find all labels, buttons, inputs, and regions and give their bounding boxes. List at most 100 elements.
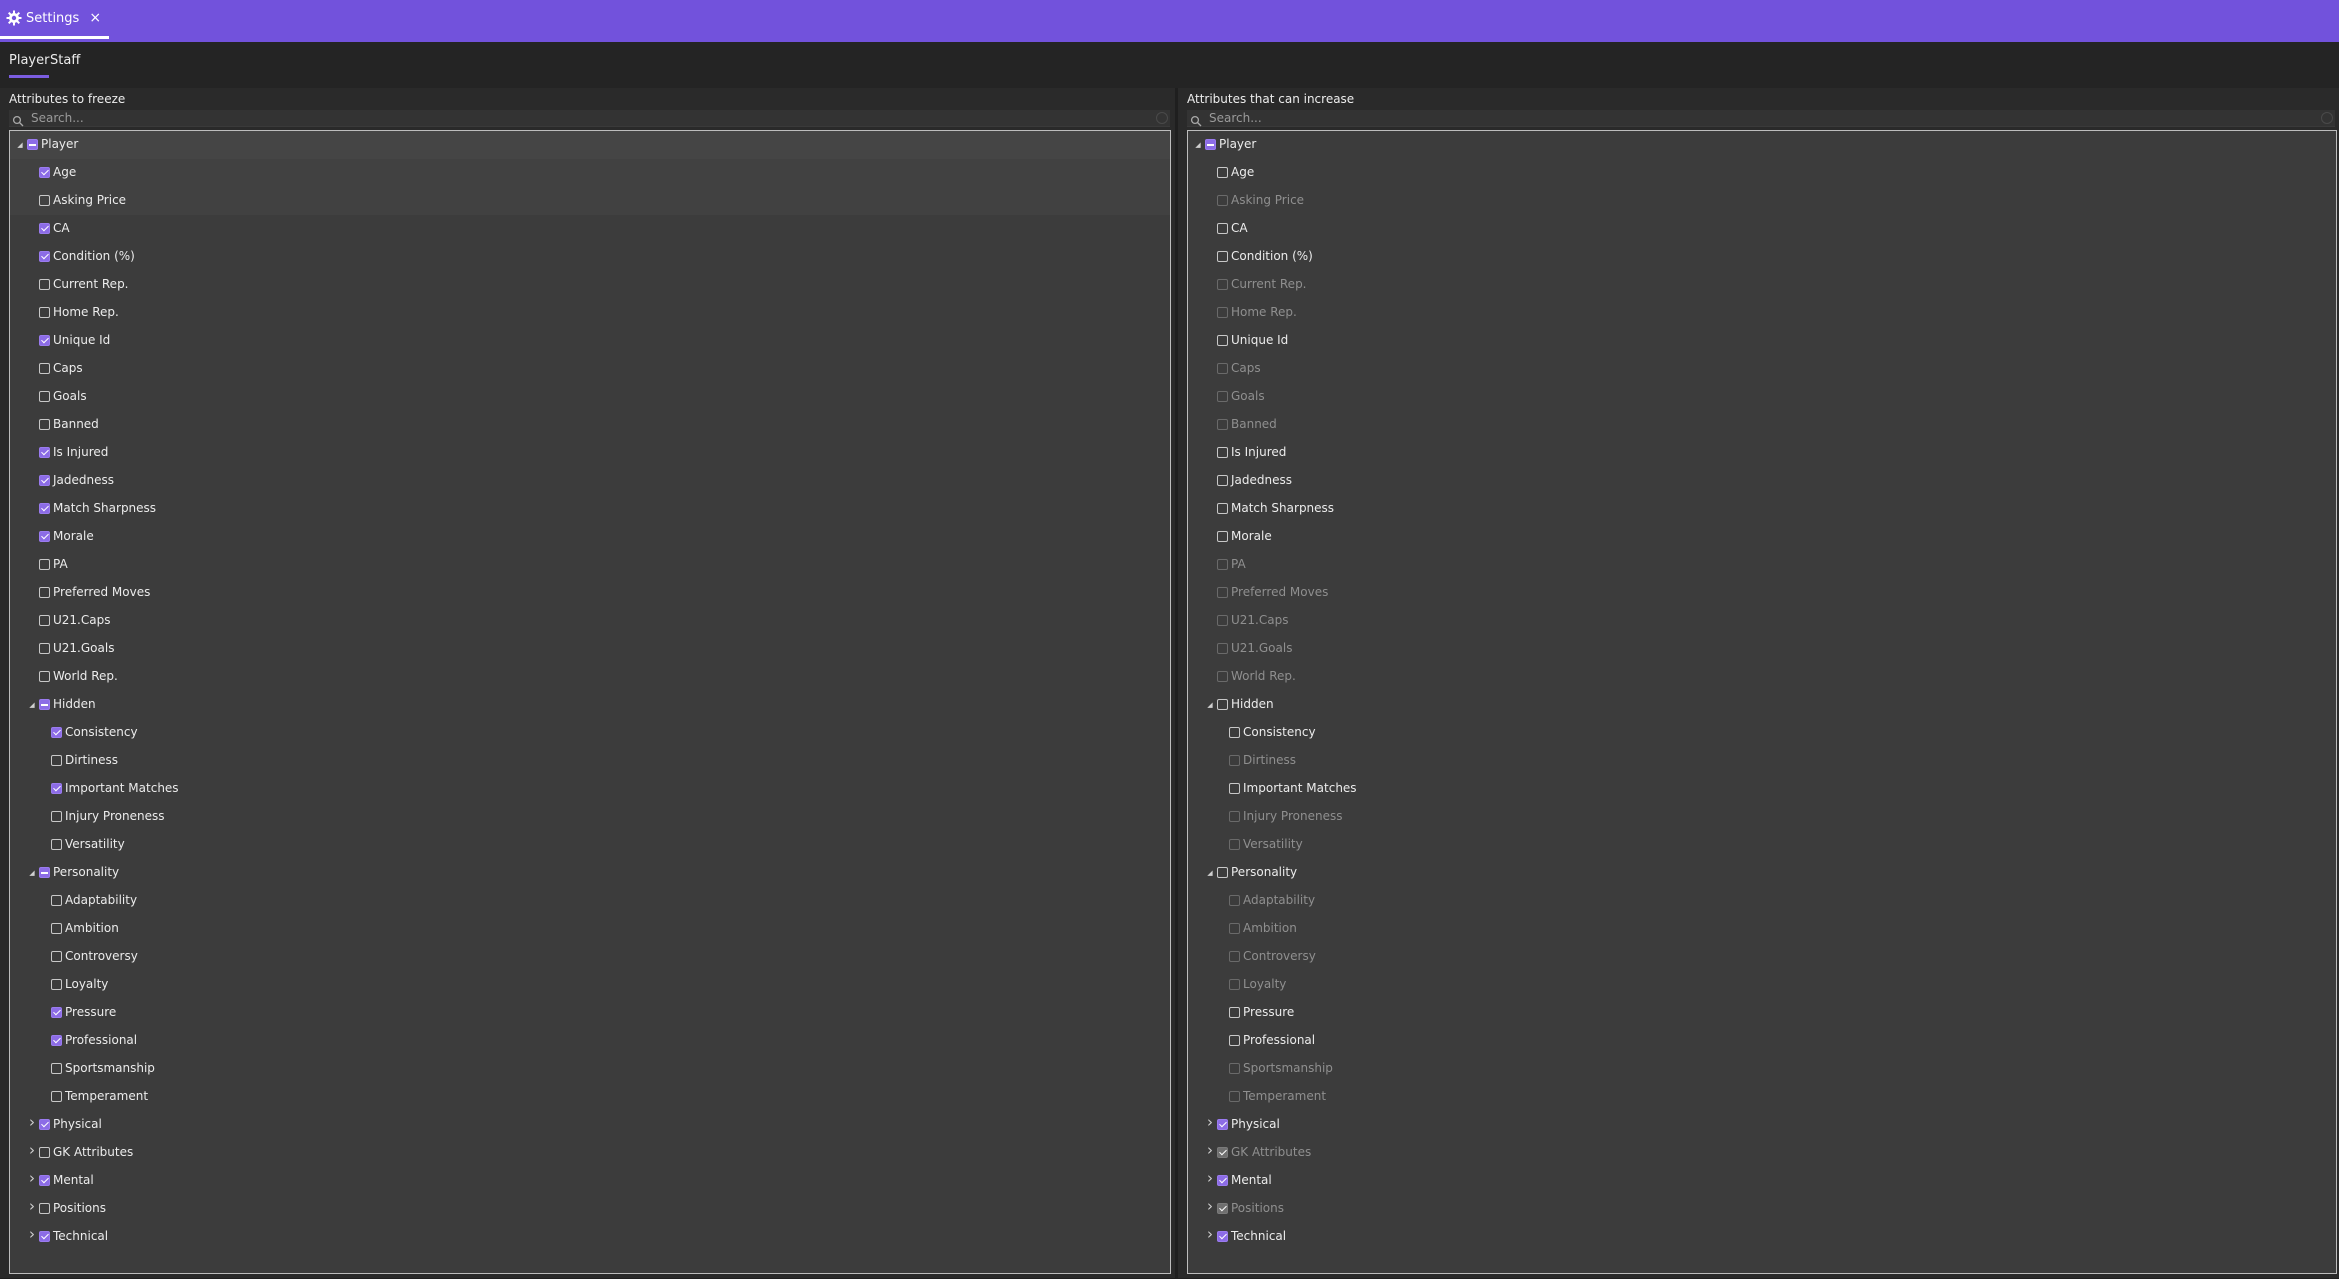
checkbox-professional[interactable]: [1229, 1035, 1240, 1046]
tree-row-ambition[interactable]: Ambition: [10, 915, 1170, 943]
tree-row-pressure[interactable]: Pressure: [10, 999, 1170, 1027]
search-input[interactable]: [31, 110, 1161, 126]
tree-row-sportsmanship[interactable]: Sportsmanship: [10, 1055, 1170, 1083]
checkbox-age[interactable]: [39, 167, 50, 178]
expand-chevron-icon[interactable]: ›: [1205, 1143, 1215, 1158]
checkbox-sportsmanship[interactable]: [51, 1063, 62, 1074]
tree-row-u21-goals[interactable]: U21.Goals: [10, 635, 1170, 663]
tree-row-personality[interactable]: ◢ Personality: [10, 859, 1170, 887]
checkbox-versatility[interactable]: [51, 839, 62, 850]
expand-chevron-icon[interactable]: ›: [1205, 1227, 1215, 1242]
tree-row-preferred-moves[interactable]: Preferred Moves: [1188, 579, 2336, 607]
close-icon[interactable]: ×: [89, 10, 101, 26]
tree-row-important-matches[interactable]: Important Matches: [1188, 775, 2336, 803]
tree-row-jadedness[interactable]: Jadedness: [1188, 467, 2336, 495]
collapse-arrow-icon[interactable]: ◢: [27, 868, 37, 878]
tree-row-adaptability[interactable]: Adaptability: [10, 887, 1170, 915]
checkbox-current-rep[interactable]: [39, 279, 50, 290]
checkbox-mental[interactable]: [39, 1175, 50, 1186]
checkbox-banned[interactable]: [39, 419, 50, 430]
tree-row-match-sharpness[interactable]: Match Sharpness: [1188, 495, 2336, 523]
tree-row-physical[interactable]: › Physical: [10, 1111, 1170, 1139]
tree-row-caps[interactable]: Caps: [1188, 355, 2336, 383]
expand-chevron-icon[interactable]: ›: [27, 1115, 37, 1130]
checkbox-important-matches[interactable]: [1229, 783, 1240, 794]
checkbox-condition[interactable]: [1217, 251, 1228, 262]
tree-row-pa[interactable]: PA: [10, 551, 1170, 579]
checkbox-morale[interactable]: [39, 531, 50, 542]
tree-row-sportsmanship[interactable]: Sportsmanship: [1188, 1055, 2336, 1083]
tree-row-home-rep[interactable]: Home Rep.: [1188, 299, 2336, 327]
checkbox-match-sharpness[interactable]: [39, 503, 50, 514]
tree-row-banned[interactable]: Banned: [1188, 411, 2336, 439]
checkbox-ambition[interactable]: [51, 923, 62, 934]
tree-row-positions[interactable]: › Positions: [1188, 1195, 2336, 1223]
clear-search-icon[interactable]: [1156, 112, 1168, 124]
checkbox-loyalty[interactable]: [51, 979, 62, 990]
tree-row-injury-proneness[interactable]: Injury Proneness: [10, 803, 1170, 831]
checkbox-morale[interactable]: [1217, 531, 1228, 542]
collapse-arrow-icon[interactable]: ◢: [15, 140, 25, 150]
tree-row-controversy[interactable]: Controversy: [10, 943, 1170, 971]
tree-row-current-rep[interactable]: Current Rep.: [10, 271, 1170, 299]
tree-row-asking-price[interactable]: Asking Price: [10, 187, 1170, 215]
checkbox-pa[interactable]: [39, 559, 50, 570]
tree-row-morale[interactable]: Morale: [10, 523, 1170, 551]
tree-row-controversy[interactable]: Controversy: [1188, 943, 2336, 971]
tree-row-gk-attributes[interactable]: › GK Attributes: [10, 1139, 1170, 1167]
tree-row-temperament[interactable]: Temperament: [10, 1083, 1170, 1111]
checkbox-match-sharpness[interactable]: [1217, 503, 1228, 514]
checkbox-pressure[interactable]: [1229, 1007, 1240, 1018]
tree-row-preferred-moves[interactable]: Preferred Moves: [10, 579, 1170, 607]
expand-chevron-icon[interactable]: ›: [27, 1227, 37, 1242]
checkbox-mental[interactable]: [1217, 1175, 1228, 1186]
tree-row-dirtiness[interactable]: Dirtiness: [10, 747, 1170, 775]
tab-player[interactable]: Player: [9, 53, 50, 78]
checkbox-player[interactable]: [1205, 139, 1216, 150]
checkbox-personality[interactable]: [39, 867, 50, 878]
tree-row-banned[interactable]: Banned: [10, 411, 1170, 439]
tree-row-ambition[interactable]: Ambition: [1188, 915, 2336, 943]
checkbox-home-rep[interactable]: [39, 307, 50, 318]
checkbox-pressure[interactable]: [51, 1007, 62, 1018]
tree-row-personality[interactable]: ◢ Personality: [1188, 859, 2336, 887]
tree-row-asking-price[interactable]: Asking Price: [1188, 187, 2336, 215]
checkbox-important-matches[interactable]: [51, 783, 62, 794]
tree-row-age[interactable]: Age: [1188, 159, 2336, 187]
checkbox-physical[interactable]: [1217, 1119, 1228, 1130]
checkbox-technical[interactable]: [1217, 1231, 1228, 1242]
expand-chevron-icon[interactable]: ›: [27, 1143, 37, 1158]
tree-row-gk-attributes[interactable]: › GK Attributes: [1188, 1139, 2336, 1167]
checkbox-jadedness[interactable]: [39, 475, 50, 486]
tree-row-morale[interactable]: Morale: [1188, 523, 2336, 551]
checkbox-consistency[interactable]: [51, 727, 62, 738]
checkbox-is-injured[interactable]: [1217, 447, 1228, 458]
checkbox-hidden[interactable]: [1217, 699, 1228, 710]
tree-row-versatility[interactable]: Versatility: [1188, 831, 2336, 859]
tree-row-hidden[interactable]: ◢ Hidden: [1188, 691, 2336, 719]
checkbox-positions[interactable]: [39, 1203, 50, 1214]
tree-row-pressure[interactable]: Pressure: [1188, 999, 2336, 1027]
checkbox-consistency[interactable]: [1229, 727, 1240, 738]
tree-row-match-sharpness[interactable]: Match Sharpness: [10, 495, 1170, 523]
checkbox-personality[interactable]: [1217, 867, 1228, 878]
tab-staff[interactable]: Staff: [50, 53, 80, 76]
tree-row-is-injured[interactable]: Is Injured: [10, 439, 1170, 467]
tree-row-home-rep[interactable]: Home Rep.: [10, 299, 1170, 327]
tree-row-age[interactable]: Age: [10, 159, 1170, 187]
tree-row-consistency[interactable]: Consistency: [1188, 719, 2336, 747]
tree-row-positions[interactable]: › Positions: [10, 1195, 1170, 1223]
tree-row-professional[interactable]: Professional: [1188, 1027, 2336, 1055]
expand-chevron-icon[interactable]: ›: [27, 1199, 37, 1214]
tree-row-unique-id[interactable]: Unique Id: [1188, 327, 2336, 355]
checkbox-dirtiness[interactable]: [51, 755, 62, 766]
checkbox-u21-caps[interactable]: [39, 615, 50, 626]
tree-row-dirtiness[interactable]: Dirtiness: [1188, 747, 2336, 775]
tree-row-u21-caps[interactable]: U21.Caps: [1188, 607, 2336, 635]
checkbox-u21-goals[interactable]: [39, 643, 50, 654]
tree-row-adaptability[interactable]: Adaptability: [1188, 887, 2336, 915]
checkbox-jadedness[interactable]: [1217, 475, 1228, 486]
tree-row-loyalty[interactable]: Loyalty: [10, 971, 1170, 999]
tree-row-goals[interactable]: Goals: [10, 383, 1170, 411]
checkbox-adaptability[interactable]: [51, 895, 62, 906]
